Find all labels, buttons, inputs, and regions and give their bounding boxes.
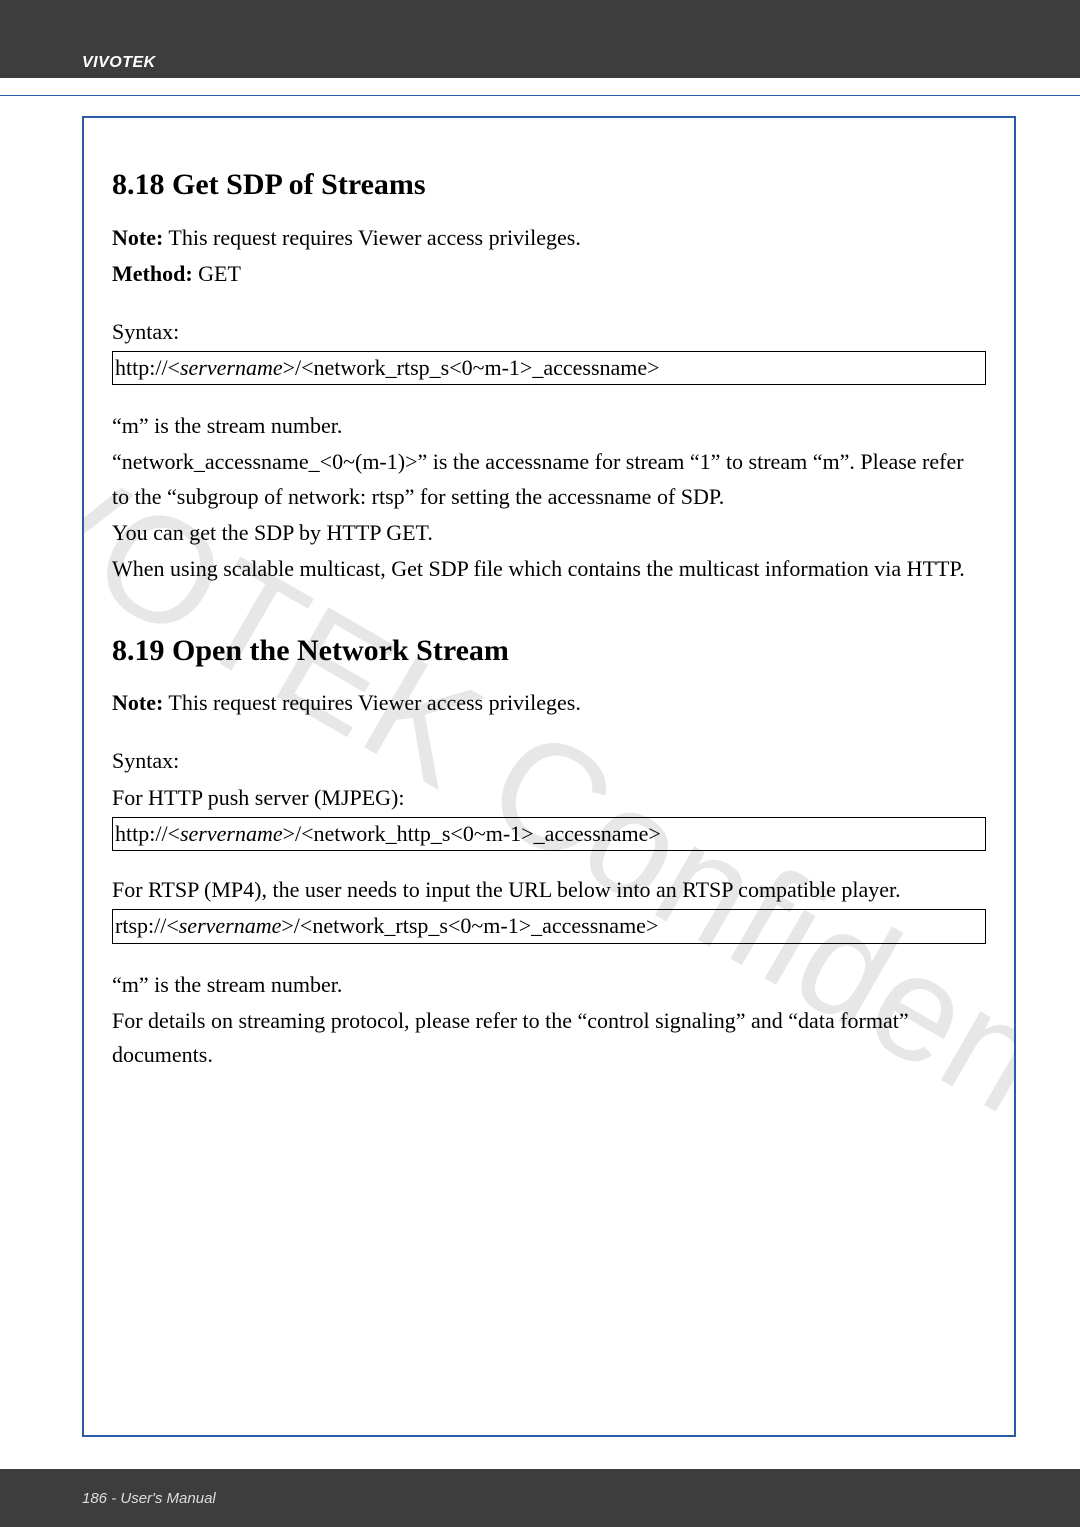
syntax-servername: servername (180, 355, 283, 380)
note-text: This request requires Viewer access priv… (163, 225, 581, 250)
para-8-18-3: You can get the SDP by HTTP GET. (112, 516, 986, 550)
para-8-19-1: “m” is the stream number. (112, 968, 986, 1002)
para-8-18-4: When using scalable multicast, Get SDP f… (112, 552, 986, 586)
method-value: GET (193, 261, 241, 286)
footer-text: 186 - User's Manual (82, 1490, 216, 1507)
http-syntax-box-8-19: http://<servername>/<network_http_s<0~m-… (112, 817, 986, 852)
page-header: VIVOTEK (0, 0, 1080, 78)
syntax-label-8-19: Syntax: (112, 744, 986, 778)
para-8-19-2: For details on streaming protocol, pleas… (112, 1004, 986, 1072)
syntax-box-8-18: http://<servername>/<network_rtsp_s<0~m-… (112, 351, 986, 386)
http-prefix: http://< (115, 821, 180, 846)
method-label: Method: (112, 261, 193, 286)
syntax-label-8-18: Syntax: (112, 315, 986, 349)
syntax-suffix: >/<network_rtsp_s<0~m-1>_accessname> (283, 355, 660, 380)
rtsp-servername: servername (179, 913, 282, 938)
brand-label: VIVOTEK (82, 54, 156, 72)
http-servername: servername (180, 821, 283, 846)
page-footer: 186 - User's Manual (0, 1469, 1080, 1527)
note-text: This request requires Viewer access priv… (163, 690, 581, 715)
document-body: 8.18 Get SDP of Streams Note: This reque… (112, 162, 986, 1072)
para-8-18-1: “m” is the stream number. (112, 409, 986, 443)
content-frame: VIVOTEK Confidential 8.18 Get SDP of Str… (82, 116, 1016, 1437)
heading-8-19: 8.19 Open the Network Stream (112, 628, 986, 675)
rtsp-prefix: rtsp://< (115, 913, 179, 938)
para-8-18-2: “network_accessname_<0~(m-1)>” is the ac… (112, 445, 986, 513)
note-label: Note: (112, 225, 163, 250)
note-8-19: Note: This request requires Viewer acces… (112, 686, 986, 720)
syntax-prefix: http://< (115, 355, 180, 380)
header-rule (0, 78, 1080, 96)
note-8-18: Note: This request requires Viewer acces… (112, 221, 986, 255)
rtsp-suffix: >/<network_rtsp_s<0~m-1>_accessname> (281, 913, 658, 938)
http-intro-8-19: For HTTP push server (MJPEG): (112, 781, 986, 815)
rtsp-syntax-box-8-19: rtsp://<servername>/<network_rtsp_s<0~m-… (112, 909, 986, 944)
rtsp-intro-8-19: For RTSP (MP4), the user needs to input … (112, 873, 986, 907)
note-label: Note: (112, 690, 163, 715)
heading-8-18: 8.18 Get SDP of Streams (112, 162, 986, 209)
http-suffix: >/<network_http_s<0~m-1>_accessname> (283, 821, 661, 846)
method-8-18: Method: GET (112, 257, 986, 291)
